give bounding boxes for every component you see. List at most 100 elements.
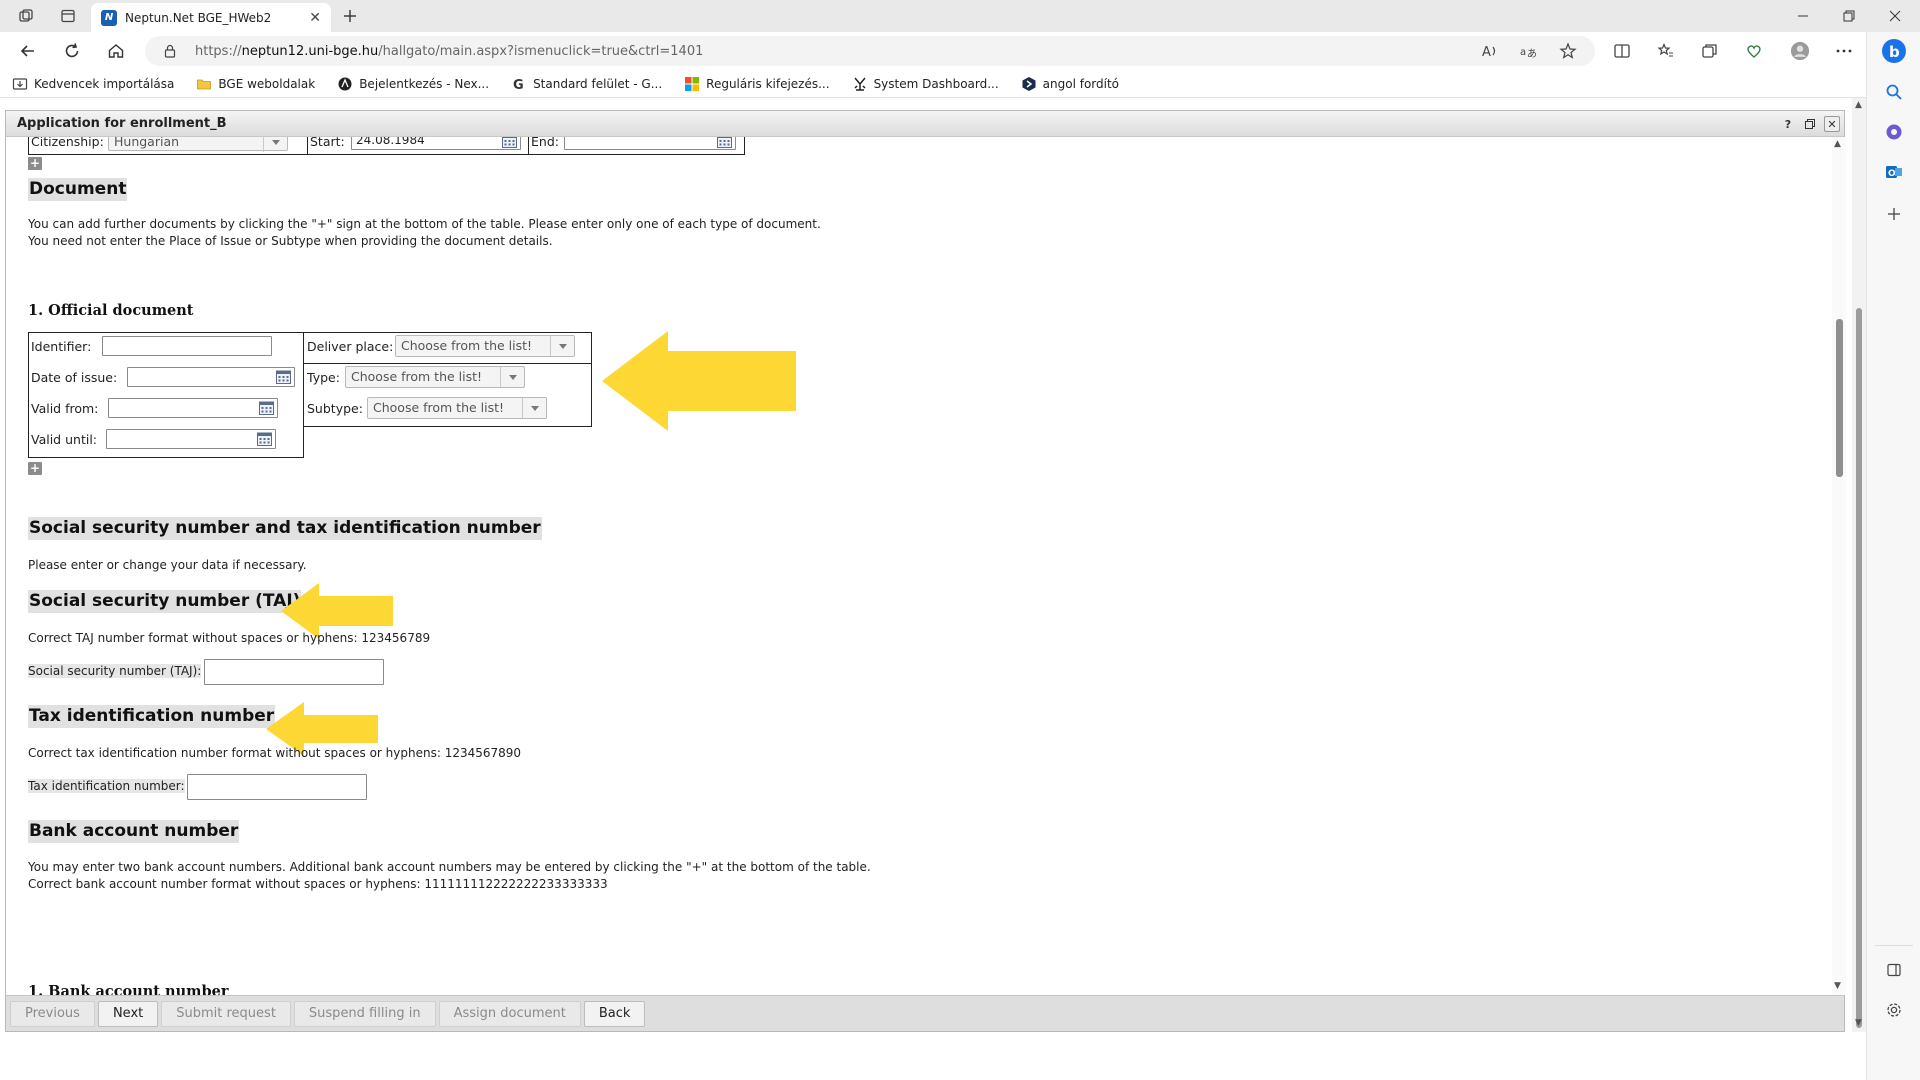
start-date-input[interactable]: 24.08.1984 (351, 137, 521, 150)
tax-id-input[interactable] (187, 774, 367, 800)
search-icon[interactable] (1884, 82, 1904, 102)
citizenship-value: Hungarian (114, 137, 180, 149)
collections-icon[interactable] (1700, 41, 1720, 61)
add-citizenship-button[interactable]: + (28, 157, 42, 170)
bookmark-login[interactable]: Bejelentkezés - Nex... (337, 76, 489, 92)
type-select[interactable]: Choose from the list! (345, 366, 525, 388)
chevron-down-icon (522, 398, 546, 418)
tab-title: Neptun.Net BGE_HWeb2 (125, 10, 272, 25)
maximize-window-icon[interactable] (1802, 116, 1818, 132)
type-label: Type: (307, 370, 340, 385)
valid-from-label: Valid from: (31, 401, 99, 416)
favorite-star-icon[interactable] (1558, 41, 1578, 61)
new-tab-icon[interactable] (340, 6, 360, 26)
sidebar-settings-gear-icon[interactable] (1884, 1000, 1904, 1020)
taj-format-hint: Correct TAJ number format without spaces… (28, 631, 431, 645)
help-icon[interactable]: ? (1780, 116, 1796, 132)
close-tab-icon[interactable]: ✕ (309, 10, 321, 26)
restore-icon[interactable] (1826, 0, 1872, 32)
outlook-icon[interactable]: O (1884, 162, 1904, 182)
minimize-icon[interactable] (1780, 0, 1826, 32)
calendar-icon[interactable] (259, 401, 274, 415)
type-value: Choose from the list! (351, 369, 483, 384)
taj-input[interactable] (204, 659, 384, 685)
valid-from-input[interactable] (108, 398, 278, 418)
calendar-icon[interactable] (276, 370, 291, 384)
identifier-input[interactable] (102, 336, 272, 356)
document-heading: Document (28, 178, 128, 201)
neptun-favicon-icon: N (101, 9, 117, 26)
tax-format-hint: Correct tax identification number format… (28, 746, 522, 760)
read-aloud-icon[interactable]: A (1480, 41, 1500, 61)
browser-tab-bar: N Neptun.Net BGE_HWeb2 ✕ (0, 0, 1920, 32)
workspaces-icon[interactable] (16, 6, 36, 26)
url-scheme: https:// (195, 43, 242, 59)
refresh-icon[interactable] (62, 41, 82, 61)
home-icon[interactable] (106, 41, 126, 61)
page-scrollbar[interactable]: ▲ ▼ (1852, 98, 1866, 1032)
date-of-issue-input[interactable] (127, 367, 295, 387)
close-panel-icon[interactable]: ✕ (1824, 116, 1840, 132)
copilot-icon[interactable]: b (1881, 38, 1907, 64)
window-title: Application for enrollment_B (17, 116, 227, 131)
valid-until-input[interactable] (106, 429, 276, 449)
scroll-up-icon[interactable]: ▲ (1834, 139, 1841, 149)
assign-document-button[interactable]: Assign document (438, 1000, 581, 1027)
g-icon: G (511, 76, 527, 92)
bookmark-import[interactable]: Kedvencek importálása (12, 76, 174, 92)
suspend-filling-button[interactable]: Suspend filling in (293, 1000, 436, 1027)
end-date-input[interactable] (564, 137, 736, 150)
submit-request-button[interactable]: Submit request (161, 1000, 291, 1027)
bank-account-subheading: 1. Bank account number (28, 983, 229, 995)
calendar-icon[interactable] (717, 137, 732, 148)
folder-icon (196, 76, 212, 92)
form-scrollbar[interactable]: ▲ ▼ (1832, 137, 1846, 995)
svg-text:O: O (1888, 169, 1896, 179)
deliver-place-select[interactable]: Choose from the list! (395, 335, 575, 357)
previous-button[interactable]: Previous (10, 1000, 95, 1027)
translate-icon (1021, 76, 1037, 92)
bookmark-translator[interactable]: angol fordító (1021, 76, 1119, 92)
bookmark-folder-bge[interactable]: BGE weboldalak (196, 76, 315, 92)
url-field[interactable]: https:// neptun12.uni-bge.hu /hallgato/m… (145, 36, 1595, 66)
add-sidebar-icon[interactable] (1884, 204, 1904, 224)
scroll-up-icon[interactable]: ▲ (1855, 100, 1862, 110)
next-button[interactable]: Next (97, 1000, 159, 1027)
back-arrow-icon[interactable] (18, 41, 38, 61)
bank-account-heading: Bank account number (28, 820, 240, 843)
office-icon[interactable] (1884, 122, 1904, 142)
grid-line (303, 363, 592, 364)
page-scrollbar-thumb[interactable] (1856, 308, 1862, 1028)
bookmark-label: angol fordító (1042, 76, 1120, 91)
end-label: End: (531, 137, 559, 149)
more-options-icon[interactable] (1834, 41, 1854, 61)
subtype-select[interactable]: Choose from the list! (367, 397, 547, 419)
sidebar-divider (1875, 945, 1913, 946)
calendar-icon[interactable] (502, 137, 517, 148)
close-window-icon[interactable] (1872, 0, 1918, 32)
lock-icon[interactable] (163, 44, 177, 58)
bookmark-dashboard[interactable]: System Dashboard... (852, 76, 999, 92)
browser-essentials-icon[interactable] (1744, 41, 1764, 61)
bookmark-standard[interactable]: G Standard felület - G... (511, 76, 662, 92)
back-button[interactable]: Back (583, 1000, 646, 1027)
scroll-down-icon[interactable]: ▼ (1834, 981, 1841, 991)
scroll-down-icon[interactable]: ▼ (1855, 1018, 1862, 1028)
hide-sidebar-icon[interactable] (1884, 960, 1904, 980)
deliver-place-label: Deliver place: (307, 339, 394, 354)
profile-avatar-icon[interactable] (1790, 41, 1810, 61)
split-screen-icon[interactable] (1612, 41, 1632, 61)
bookmarks-bar: Kedvencek importálása BGE weboldalak Bej… (0, 70, 1880, 98)
citizenship-select[interactable]: Hungarian (108, 137, 288, 152)
bookmark-label: Bejelentkezés - Nex... (359, 76, 490, 91)
browser-tab-active[interactable]: N Neptun.Net BGE_HWeb2 ✕ (91, 3, 331, 32)
form-action-bar: Previous Next Submit request Suspend fil… (6, 995, 1844, 1031)
form-scrollbar-thumb[interactable] (1836, 319, 1843, 477)
add-document-button[interactable]: + (28, 462, 42, 475)
bookmark-regex[interactable]: Reguláris kifejezés... (684, 76, 830, 92)
favorites-list-icon[interactable] (1656, 41, 1676, 61)
translate-page-icon[interactable]: aあ (1518, 41, 1538, 61)
edge-sidebar: b O (1866, 32, 1920, 1080)
tab-actions-icon[interactable] (58, 6, 78, 26)
calendar-icon[interactable] (257, 432, 272, 446)
